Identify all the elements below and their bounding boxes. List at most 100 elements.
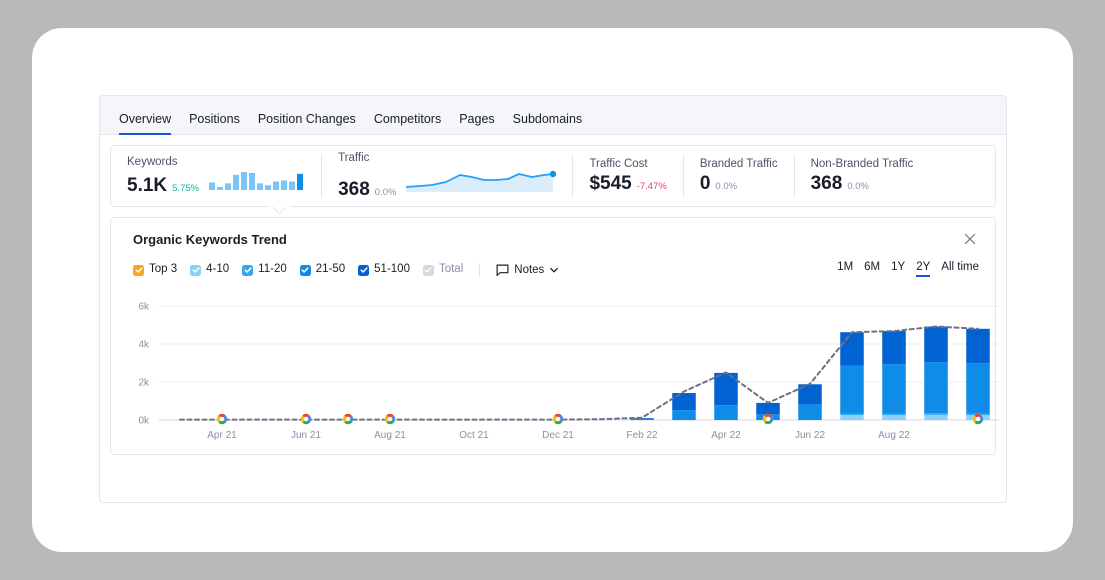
range-all-time[interactable]: All time	[941, 261, 979, 277]
bar-segment	[924, 414, 948, 420]
metric-value: 5.1K	[127, 174, 168, 196]
x-axis-tick-label: Aug 21	[374, 430, 406, 441]
metric-value: $545	[589, 172, 632, 194]
range-1y[interactable]: 1Y	[891, 261, 905, 277]
bar-column[interactable]	[924, 326, 948, 420]
y-axis-tick-label: 2k	[138, 378, 150, 389]
tab-pages[interactable]: Pages	[450, 112, 503, 135]
bar-segment	[924, 413, 948, 415]
google-update-icon	[552, 413, 564, 425]
tab-overview[interactable]: Overview	[110, 112, 180, 135]
bar-segment	[756, 402, 780, 415]
organic-keywords-chart: 0k 2k 4k 6k Apr 21 Jun 21 Aug 21 Oct 21 Dec 21 Fe…	[138, 302, 999, 441]
bar-segment	[798, 404, 822, 420]
bar-segment	[882, 364, 906, 414]
checkbox-icon[interactable]	[358, 264, 370, 276]
y-axis-tick-label: 0k	[138, 416, 150, 427]
metric-keywords: Keywords 5.1K 5.75%	[111, 154, 321, 198]
y-axis-tick-label: 6k	[138, 302, 150, 313]
bar-segment	[630, 418, 654, 420]
bar-segment	[882, 415, 906, 420]
bar-column[interactable]	[798, 384, 822, 420]
keywords-sparkline	[209, 171, 304, 190]
bar-column[interactable]	[714, 372, 738, 420]
checkbox-icon[interactable]	[133, 264, 144, 276]
close-icon[interactable]	[961, 230, 979, 248]
metric-value: 0	[699, 172, 711, 194]
legend-item-11-20[interactable]: 11-20	[242, 264, 287, 276]
google-update-icon	[216, 413, 228, 425]
metrics-section: Keywords 5.1K 5.75% Traffic 368 0.0% Traffic C…	[100, 135, 1006, 215]
notes-label: Notes	[514, 264, 545, 276]
chart-plot-area: 0k 2k 4k 6k Apr 21 Jun 21 Aug 21 Oct 21 Dec 21 Fe…	[111, 296, 999, 448]
legend-label: 21-50	[315, 263, 346, 276]
x-axis-tick-label: Oct 21	[459, 430, 489, 441]
tab-position-changes[interactable]: Position Changes	[249, 112, 365, 135]
x-axis-tick-label: Jun 21	[291, 430, 321, 441]
device-frame: Overview Positions Position Changes Competi…	[32, 28, 1073, 552]
legend-label: 11-20	[258, 263, 287, 276]
bar-segment	[840, 365, 864, 414]
bar-column[interactable]	[840, 332, 864, 420]
tab-bar: Overview Positions Position Changes Competi…	[100, 96, 1006, 135]
metric-delta: 5.75%	[172, 183, 200, 195]
legend-label: Total	[438, 263, 464, 276]
traffic-sparkline	[405, 170, 557, 192]
bar-segment	[924, 326, 948, 363]
legend-label: 4-10	[206, 263, 230, 276]
bar-segment	[882, 413, 906, 416]
metric-delta: 0.0%	[847, 181, 869, 193]
google-update-icon	[762, 413, 774, 425]
metric-label: Traffic	[338, 152, 370, 165]
legend-label: Top 3	[149, 263, 178, 276]
checkbox-icon[interactable]	[190, 264, 202, 276]
legend-item-top-3[interactable]: Top 3	[133, 264, 177, 276]
x-axis-tick-label: Dec 21	[542, 430, 574, 441]
metric-non-branded-traffic: Non-Branded Traffic 368 0.0%	[793, 154, 930, 198]
metric-delta: -7.47%	[636, 181, 667, 193]
bar-column[interactable]	[882, 331, 906, 420]
legend-item-51-100[interactable]: 51-100	[358, 264, 410, 276]
metric-label: Traffic Cost	[589, 158, 648, 171]
google-update-icon	[384, 413, 396, 425]
legend-divider	[479, 263, 481, 277]
tab-positions[interactable]: Positions	[180, 112, 249, 135]
range-6m[interactable]: 6M	[864, 261, 880, 277]
x-axis-tick-label: Aug 22	[878, 430, 910, 441]
metrics-caret-cover	[269, 203, 290, 207]
bar-segment	[840, 332, 864, 366]
legend-item-4-10[interactable]: 4-10	[190, 264, 229, 276]
y-axis-tick-label: 4k	[138, 340, 150, 351]
bar-segment	[714, 372, 738, 406]
google-update-icon	[972, 413, 984, 425]
note-bubble-icon	[496, 264, 509, 276]
google-update-icon	[342, 413, 354, 425]
range-2y[interactable]: 2Y	[916, 261, 931, 277]
google-update-icon	[300, 413, 312, 425]
range-1m[interactable]: 1M	[837, 261, 853, 277]
metric-value: 368	[338, 178, 370, 200]
metric-delta: 0.0%	[715, 181, 738, 193]
bar-segment	[672, 410, 696, 420]
tab-subdomains[interactable]: Subdomains	[504, 112, 592, 135]
checkbox-icon[interactable]	[242, 264, 254, 276]
chart-title: Organic Keywords Trend	[133, 232, 287, 247]
time-range-selector: 1M 6M 1Y 2Y All time	[837, 261, 979, 277]
metric-label: Non-Branded Traffic	[810, 158, 914, 171]
metric-label: Branded Traffic	[699, 158, 778, 171]
checkbox-icon[interactable]	[299, 264, 311, 276]
organic-keywords-trend-card: Organic Keywords Trend Top 3 4-10 11-20 21-…	[110, 217, 999, 455]
bar-column[interactable]	[966, 328, 990, 420]
bar-segment	[966, 328, 990, 364]
bar-segment	[882, 331, 906, 365]
tab-competitors[interactable]: Competitors	[365, 112, 450, 135]
checkbox-icon	[422, 264, 434, 276]
metric-traffic: Traffic 368 0.0%	[321, 152, 572, 200]
notes-dropdown[interactable]: Notes	[496, 264, 559, 277]
legend-item-total: Total	[422, 263, 464, 276]
legend-label: 51-100	[374, 263, 410, 276]
metrics-bar: Keywords 5.1K 5.75% Traffic 368 0.0% Traffic C…	[110, 145, 996, 215]
bar-segment	[840, 413, 864, 416]
report-panel: Overview Positions Position Changes Competi…	[99, 95, 1007, 503]
legend-item-21-50[interactable]: 21-50	[299, 263, 346, 276]
